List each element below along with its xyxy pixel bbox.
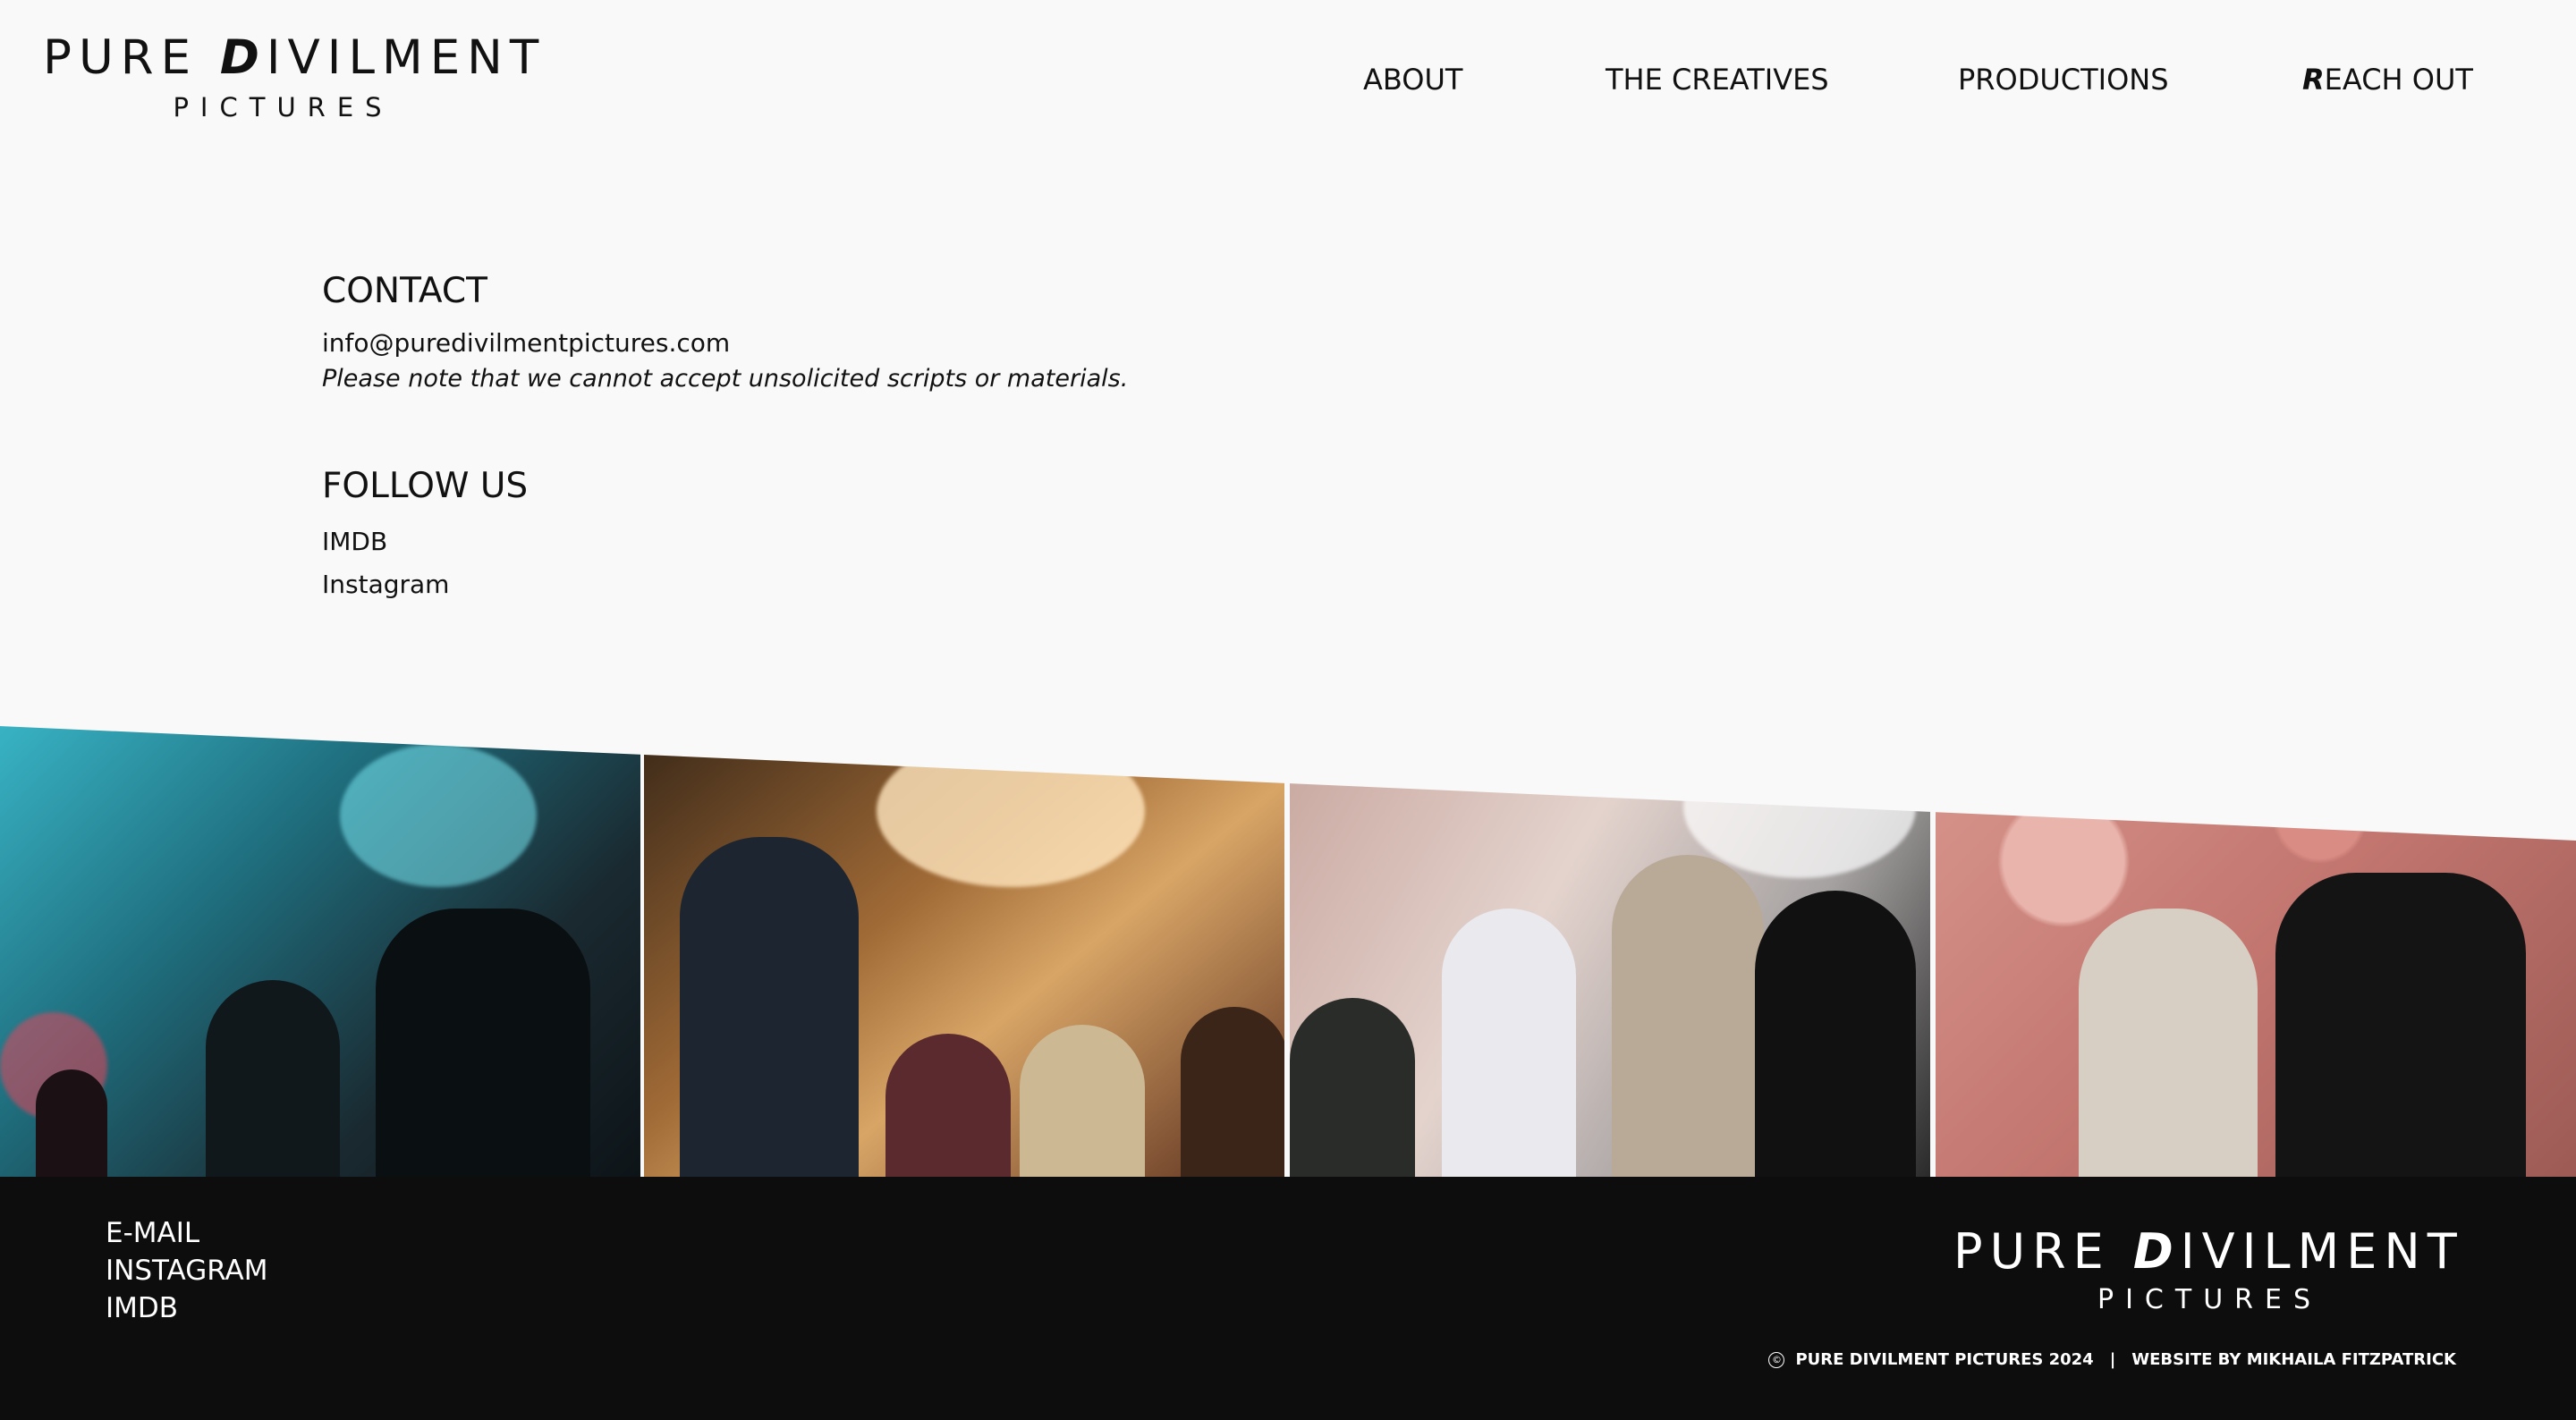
website-credit[interactable]: WEBSITE BY MIKHAILA FITZPATRICK: [2131, 1350, 2456, 1369]
footer-link-imdb[interactable]: IMDB: [106, 1289, 267, 1327]
follow-heading: FOLLOW US: [322, 466, 529, 506]
contact-note: Please note that we cannot accept unsoli…: [322, 365, 1129, 393]
footer-logo-letter-d: D: [2132, 1223, 2181, 1280]
follow-section: FOLLOW US IMDB Instagram: [322, 460, 1574, 606]
footer-logo-word-ivilment: IVILMENT: [2180, 1223, 2464, 1280]
contact-email[interactable]: info@puredivilmentpictures.com: [322, 325, 1574, 361]
nav-reach-out-rest: EACH OUT: [2324, 63, 2473, 97]
nav-about[interactable]: ABOUT: [1363, 57, 1462, 102]
main-nav: ABOUT THE CREATIVES PRODUCTIONS REACH OU…: [0, 57, 2576, 102]
copyright-text: PURE DIVILMENT PICTURES 2024: [1795, 1350, 2094, 1369]
footer-logo-wordmark: PURE DIVILMENT: [1953, 1223, 2457, 1281]
copyright-icon: ©: [1768, 1351, 1785, 1368]
copyright-separator: |: [2109, 1350, 2116, 1369]
contact-section: CONTACT info@puredivilmentpictures.com P…: [322, 265, 1574, 606]
footer-link-instagram[interactable]: INSTAGRAM: [106, 1252, 267, 1289]
footer-logo-subtitle: PICTURES: [2097, 1284, 2322, 1315]
nav-the-creatives[interactable]: THE CREATIVES: [1606, 57, 1829, 102]
footer-logo[interactable]: PURE DIVILMENT PICTURES: [1953, 1223, 2457, 1316]
footer-logo-word-pure: PURE: [1953, 1223, 2133, 1280]
footer-links: E-MAIL INSTAGRAM IMDB: [106, 1214, 267, 1327]
nav-productions[interactable]: PRODUCTIONS: [1958, 57, 2169, 102]
footer-link-email[interactable]: E-MAIL: [106, 1214, 267, 1252]
nav-reach-out-initial: R: [2302, 63, 2325, 97]
nav-reach-out[interactable]: REACH OUT: [2302, 57, 2473, 102]
follow-link-instagram[interactable]: Instagram: [322, 563, 1574, 606]
contact-heading: CONTACT: [322, 271, 487, 311]
follow-link-imdb[interactable]: IMDB: [322, 520, 1574, 563]
strip-dividers: [640, 726, 1936, 1177]
footer-copyright: © PURE DIVILMENT PICTURES 2024 | WEBSITE…: [1768, 1350, 2456, 1369]
site-footer: E-MAIL INSTAGRAM IMDB PURE DIVILMENT PIC…: [0, 1177, 2576, 1420]
